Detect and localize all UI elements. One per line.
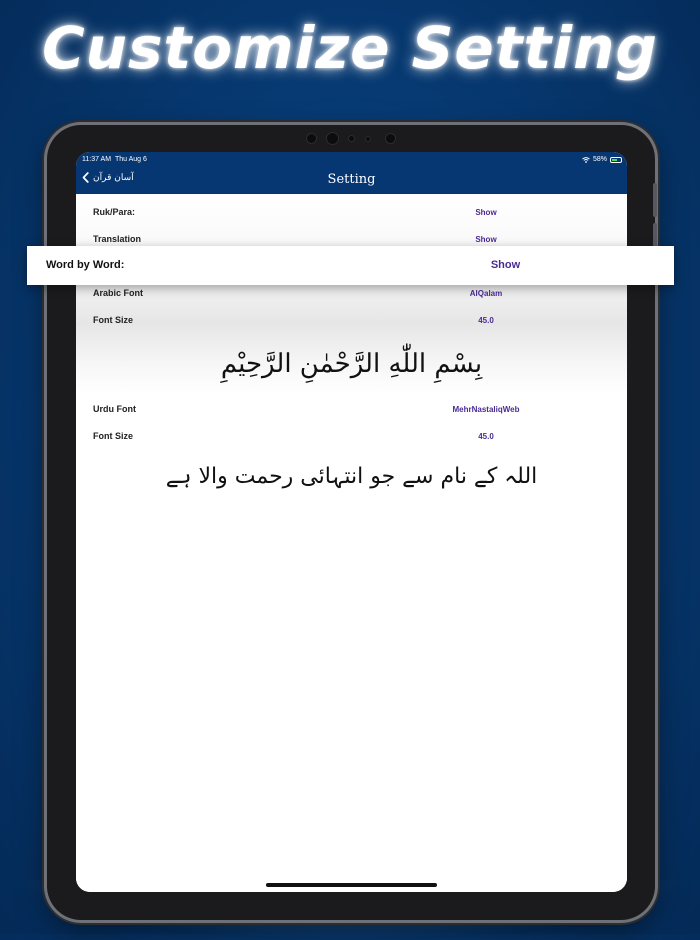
setting-row-urdu-font-size[interactable]: Font Size 45.0: [76, 423, 627, 450]
status-indicators: 58%: [582, 156, 622, 163]
status-time: 11:37 AM Thu Aug 6: [82, 156, 147, 163]
setting-value[interactable]: AlQalam: [396, 289, 576, 298]
setting-value[interactable]: Show: [396, 208, 576, 217]
setting-label: Word by Word:: [46, 259, 125, 271]
settings-list: Ruk/Para: Show Translation Show Arabic F…: [76, 194, 627, 892]
page-title: Setting: [327, 172, 376, 187]
headline: Customize Setting: [42, 14, 658, 82]
setting-value[interactable]: Show: [427, 259, 584, 271]
setting-label: Font Size: [93, 431, 133, 441]
sensor-dot: [348, 135, 355, 142]
sensor-dot: [365, 136, 371, 142]
camera-lens: [326, 132, 339, 145]
setting-row-ruk-para[interactable]: Ruk/Para: Show: [76, 199, 627, 226]
setting-label: Urdu Font: [93, 404, 136, 414]
setting-label: Arabic Font: [93, 288, 144, 298]
setting-value[interactable]: 45.0: [396, 316, 576, 325]
setting-row-arabic-font-size[interactable]: Font Size 45.0: [76, 307, 627, 334]
setting-row-word-by-word[interactable]: Word by Word: Show: [27, 246, 674, 285]
wifi-icon: [582, 156, 590, 163]
setting-label: Ruk/Para:: [93, 207, 136, 217]
camera-dot: [306, 133, 317, 144]
arabic-preview-text: بِسْمِ اللّٰهِ الرَّحْمٰنِ الرَّحِيْمِ: [220, 349, 483, 379]
status-bar: 11:37 AM Thu Aug 6 58%: [82, 154, 622, 168]
urdu-preview-text: اللہ کے نام سے جو انتہائی رحمت والا ہے: [165, 464, 538, 489]
tablet-frame: 11:37 AM Thu Aug 6 58% آسان قرآن Setting…: [47, 125, 657, 920]
volume-button: [653, 183, 657, 217]
camera-dot: [385, 133, 396, 144]
setting-label: Translation: [93, 234, 142, 244]
battery-percent: 58%: [592, 156, 607, 163]
setting-value[interactable]: Show: [396, 235, 576, 244]
setting-value[interactable]: 45.0: [396, 432, 576, 441]
battery-icon: [610, 156, 622, 163]
navigation-bar: 11:37 AM Thu Aug 6 58% آسان قرآن Setting: [76, 152, 627, 194]
setting-row-urdu-font[interactable]: Urdu Font MehrNastaliqWeb: [76, 396, 627, 423]
setting-label: Font Size: [93, 315, 133, 325]
home-indicator: [266, 883, 437, 887]
setting-value[interactable]: MehrNastaliqWeb: [396, 405, 576, 414]
